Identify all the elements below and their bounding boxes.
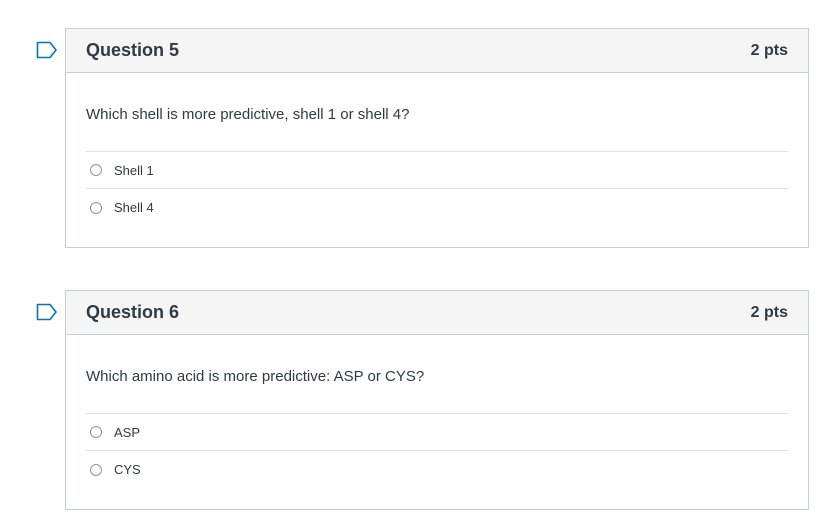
question-points: 2 pts — [750, 303, 788, 321]
flag-question-icon[interactable] — [36, 41, 58, 59]
flag-question-icon[interactable] — [36, 303, 58, 321]
answer-option-cys[interactable]: CYS — [86, 451, 788, 488]
radio-button[interactable] — [90, 463, 102, 476]
answer-option-asp[interactable]: ASP — [86, 414, 788, 451]
question-title: Question 5 — [86, 40, 180, 60]
answer-label[interactable]: Shell 4 — [114, 200, 154, 215]
question-header: Question 5 2 pts — [66, 29, 808, 73]
question-body: Which amino acid is more predictive: ASP… — [66, 335, 808, 488]
question-5: Question 5 2 pts Which shell is more pre… — [65, 28, 809, 248]
question-points: 2 pts — [750, 41, 788, 59]
answer-label[interactable]: CYS — [114, 462, 141, 477]
radio-button[interactable] — [90, 426, 102, 438]
question-body: Which shell is more predictive, shell 1 … — [66, 73, 808, 226]
radio-button[interactable] — [90, 164, 102, 176]
answer-label[interactable]: ASP — [114, 425, 140, 440]
question-text: Which amino acid is more predictive: ASP… — [86, 335, 788, 414]
answer-option-shell-4[interactable]: Shell 4 — [86, 189, 788, 226]
answer-option-shell-1[interactable]: Shell 1 — [86, 152, 788, 189]
answer-label[interactable]: Shell 1 — [114, 163, 154, 178]
question-title: Question 6 — [86, 302, 180, 322]
radio-button[interactable] — [90, 201, 102, 214]
question-6: Question 6 2 pts Which amino acid is mor… — [65, 290, 809, 510]
question-header: Question 6 2 pts — [66, 291, 808, 335]
question-text: Which shell is more predictive, shell 1 … — [86, 73, 788, 152]
